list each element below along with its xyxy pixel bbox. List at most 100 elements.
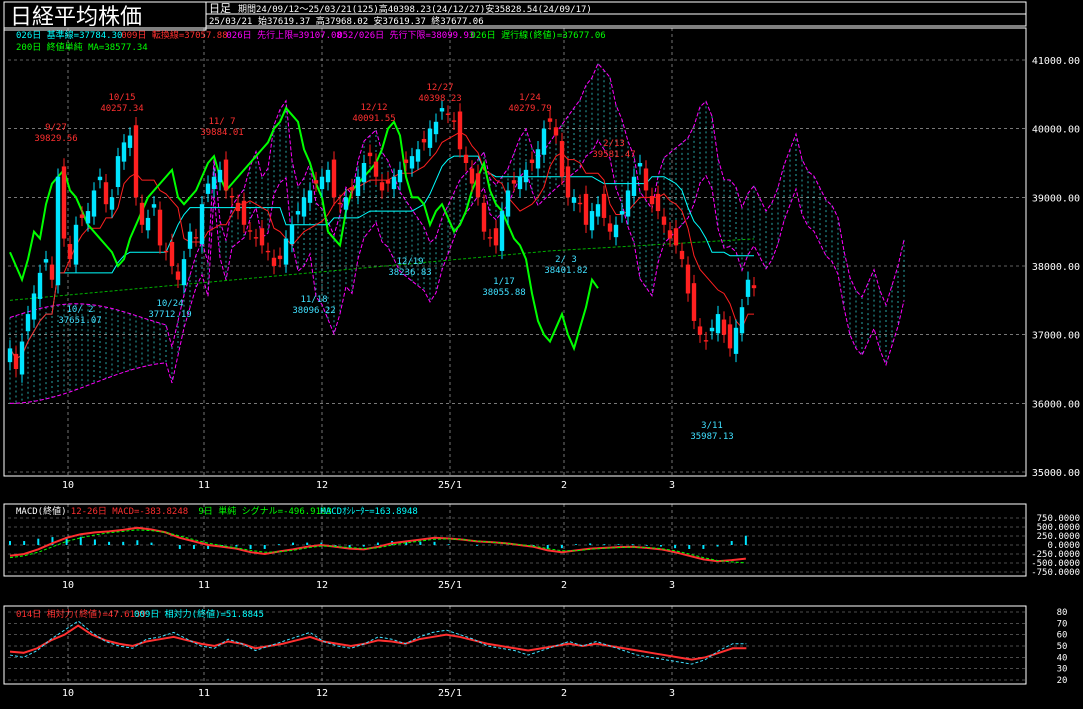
candle-body (697, 326, 703, 335)
candle-body (109, 197, 115, 210)
candle-body (175, 271, 181, 280)
candle-body (265, 250, 271, 253)
candle-body (73, 224, 79, 265)
candle-body (457, 111, 463, 150)
legend-item: 200日 終値単純 MA=38577.34 (16, 41, 148, 53)
candle-body (349, 187, 355, 191)
x-tick-label: 25/1 (438, 480, 462, 491)
candle-body (391, 176, 397, 190)
candle-body (277, 255, 283, 260)
annotation-date: 12/12 (360, 103, 387, 113)
candle-body (745, 279, 751, 297)
x-tick-label: 12 (316, 688, 328, 699)
annotation-date: 2/13 (603, 139, 625, 149)
candle-body (667, 230, 673, 239)
candle-body (445, 113, 451, 115)
y-tick-label: 36000.00 (1032, 399, 1080, 410)
annotation-date: 10/15 (108, 93, 135, 103)
annotation-value: 40257.34 (100, 104, 143, 114)
candle-body (145, 217, 151, 231)
candle-body (691, 283, 697, 321)
x-tick-label: 11 (198, 480, 210, 491)
annotation-date: 10/24 (156, 299, 183, 309)
rsi-tick-label: 70 (1057, 619, 1068, 629)
candle-body (169, 241, 175, 266)
annotation-date: 11/18 (300, 295, 327, 305)
candle-body (619, 211, 625, 215)
candle-body (613, 224, 619, 238)
rsi-tick-label: 40 (1057, 653, 1068, 663)
candle-body (31, 293, 37, 320)
candle-body (43, 259, 49, 263)
x-tick-label: 2 (561, 480, 567, 491)
candle-body (289, 224, 295, 245)
annotation-value: 40398.23 (418, 94, 461, 104)
candle-body (91, 190, 97, 217)
candle-body (85, 211, 91, 224)
x-tick-label: 25/1 (438, 580, 462, 591)
candle-body (163, 250, 169, 253)
annotation-date: 2/ 3 (555, 255, 577, 265)
candle-body (715, 314, 721, 334)
candle-body (55, 176, 61, 286)
candle-body (469, 168, 475, 184)
macd-legend-item: 9日 単純 シグナル=-496.9193 (198, 505, 331, 517)
candle-body (607, 223, 613, 232)
annotation-date: 11/ 7 (208, 117, 235, 127)
candle-body (241, 200, 247, 225)
candle-body (439, 108, 445, 112)
candle-body (205, 183, 211, 194)
legend-item: 052/026日 先行下限=38099.93 (337, 29, 474, 41)
candle-body (229, 195, 235, 198)
annotation-value: 39581.47 (592, 150, 635, 160)
chart-title: 日経平均株価 (10, 5, 142, 30)
candle-body (319, 176, 325, 190)
x-tick-label: 10 (62, 580, 74, 591)
candle-body (283, 238, 289, 265)
candle-body (505, 190, 511, 217)
candle-body (151, 204, 157, 208)
candle-body (409, 156, 415, 169)
x-tick-label: 12 (316, 480, 328, 491)
candle-body (589, 211, 595, 231)
candle-body (115, 156, 121, 188)
candle-body (493, 228, 499, 246)
annotation-value: 38401.82 (544, 266, 587, 276)
candle-body (211, 176, 217, 190)
y-tick-label: 39000.00 (1032, 193, 1080, 204)
annotation-date: 12/27 (426, 83, 453, 93)
rsi-tick-label: 80 (1057, 608, 1068, 618)
candle-body (325, 169, 331, 183)
annotation-value: 39829.56 (34, 134, 77, 144)
candle-body (421, 138, 427, 143)
candle-body (295, 211, 301, 215)
candle-body (181, 259, 187, 286)
candle-body (247, 230, 253, 232)
y-tick-label: 35000.00 (1032, 468, 1080, 479)
x-tick-label: 25/1 (438, 688, 462, 699)
candle-body (511, 180, 517, 184)
candle-body (427, 128, 433, 148)
candle-body (559, 141, 565, 177)
candle-body (67, 244, 73, 260)
legend-item: 026日 先行上限=39107.08 (226, 29, 341, 41)
candle-body (553, 127, 559, 136)
tenkan-line (9, 131, 754, 360)
candle-body (403, 159, 409, 163)
candle-body (361, 163, 367, 183)
candle-body (637, 163, 643, 167)
macd-legend-item: MACD(終値) (16, 505, 67, 517)
candle-body (541, 128, 547, 155)
candle-body (679, 250, 685, 260)
rsi-tick-label: 60 (1057, 631, 1068, 641)
y-tick-label: 40000.00 (1032, 125, 1080, 136)
candle-body (13, 353, 19, 369)
candle-body (475, 173, 481, 198)
rsi-legend-item: 014日 相対力(終値)=47.6139 (16, 608, 146, 620)
candle-body (37, 272, 43, 299)
candle-body (565, 166, 571, 198)
x-tick-label: 2 (561, 580, 567, 591)
candle-body (517, 176, 523, 190)
annotation-value: 38096.22 (292, 306, 335, 316)
rsi-tick-label: 20 (1057, 676, 1068, 686)
